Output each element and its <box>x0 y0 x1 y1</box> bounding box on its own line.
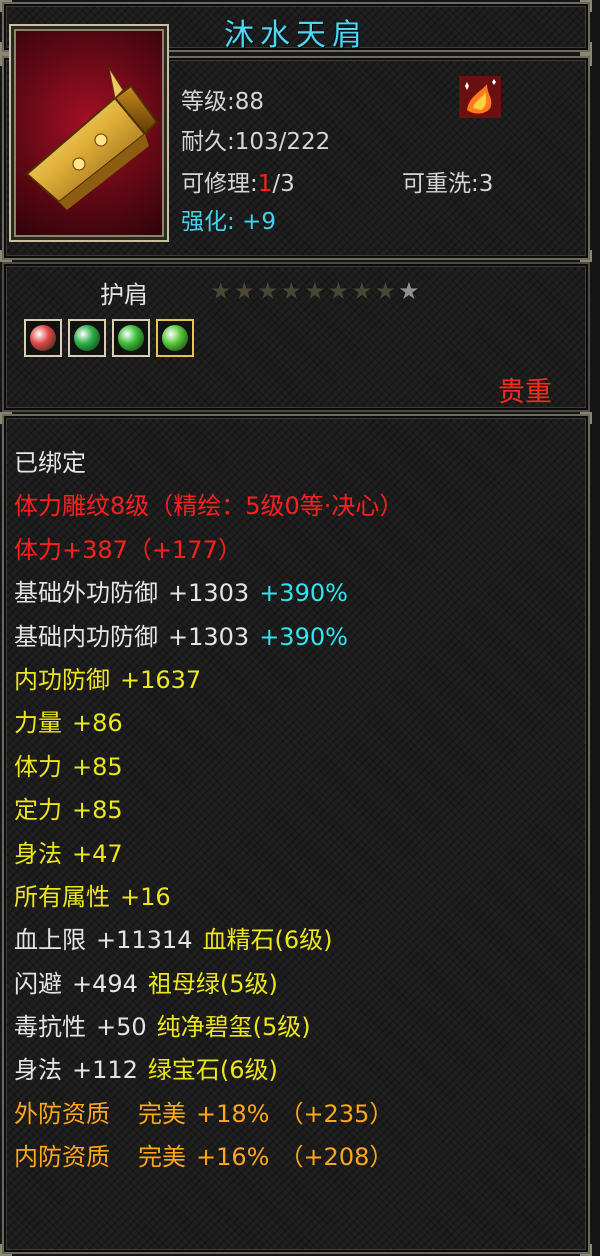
gem-socket[interactable] <box>24 319 62 357</box>
repair-stat: 可修理:1/3 <box>181 171 295 197</box>
attribute-line: 内功防御 +1637 <box>14 665 202 694</box>
attribute-line: 定力 +85 <box>14 796 123 825</box>
quality-line: 内防资质 完美 +16% （+208） <box>14 1143 394 1172</box>
shoulder-armor-icon <box>25 67 159 210</box>
gem-stat-line: 血上限 +11314 血精石(6级) <box>14 926 333 955</box>
gem-stat-line: 身法 +112 绿宝石(6级) <box>14 1056 278 1085</box>
star-filled-icon: ★ <box>304 277 326 305</box>
engraving-line: 体力雕纹8级（精绘：5级0等·决心） <box>14 492 404 521</box>
star-filled-icon: ★ <box>327 277 350 305</box>
quality-line: 外防资质 完美 +18% （+235） <box>14 1099 394 1128</box>
rarity-label: 贵重 <box>498 377 552 408</box>
gem-socket[interactable] <box>112 319 150 357</box>
emerald-gem-icon <box>118 325 144 351</box>
star-filled-icon: ★ <box>233 277 256 305</box>
star-filled-icon: ★ <box>257 277 279 305</box>
level-stat: 等级:88 <box>181 89 265 115</box>
bound-status: 已绑定 <box>14 449 86 477</box>
base-external-defense-line: 基础外功防御 +1303 +390% <box>14 579 348 608</box>
star-filled-icon: ★ <box>351 277 373 305</box>
gem-stat-line: 毒抗性 +50 纯净碧玺(5级) <box>14 1013 311 1042</box>
item-icon-frame[interactable] <box>9 24 169 242</box>
gem-socket[interactable] <box>68 319 106 357</box>
rewash-stat: 可重洗:3 <box>402 171 494 197</box>
attribute-line: 力量 +86 <box>14 709 123 738</box>
slot-type-label: 护肩 <box>100 281 148 309</box>
green-gem-icon <box>162 325 188 351</box>
star-rating: ★ ★ ★ ★ ★ ★ ★ ★ ★ <box>210 278 420 304</box>
star-filled-icon: ★ <box>280 277 303 305</box>
emerald-gem-icon <box>74 325 100 351</box>
attribute-line: 体力 +85 <box>14 752 123 781</box>
attribute-line: 身法 +47 <box>14 839 123 868</box>
star-empty-icon: ★ <box>398 277 420 305</box>
fire-phoenix-icon <box>459 76 501 118</box>
star-filled-icon: ★ <box>374 277 397 305</box>
gem-sockets <box>24 319 194 357</box>
gem-stat-line: 闪避 +494 祖母绿(5级) <box>14 969 278 998</box>
red-gem-icon <box>30 325 56 351</box>
stamina-total-line: 体力+387（+177） <box>14 535 242 564</box>
durability-stat: 耐久:103/222 <box>181 129 331 155</box>
gem-socket[interactable] <box>156 319 194 357</box>
enhance-stat: 强化: +9 <box>181 209 276 235</box>
base-internal-defense-line: 基础内功防御 +1303 +390% <box>14 622 348 651</box>
attribute-line: 所有属性 +16 <box>14 882 171 911</box>
star-filled-icon: ★ <box>210 277 232 305</box>
attribute-list: 已绑定 体力雕纹8级（精绘：5级0等·决心） 体力+387（+177） 基础外功… <box>14 442 403 1180</box>
